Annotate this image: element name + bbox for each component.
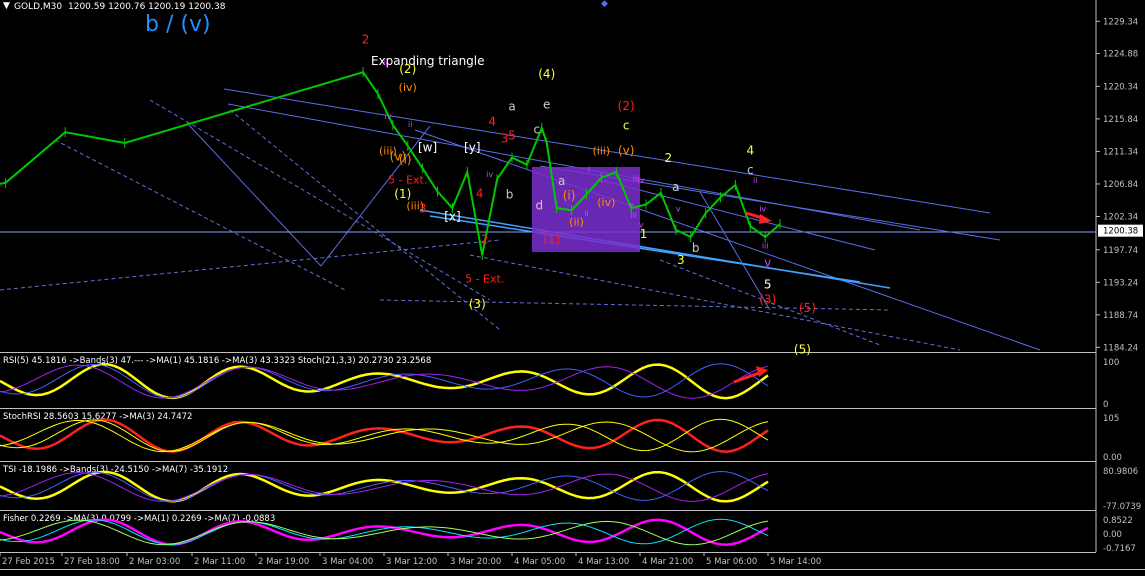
y-tick-label: 1215.84 [1103,115,1138,125]
wave-label: 5 - Ext. [465,273,504,286]
micro-wave-label: i [588,165,590,174]
wave-label: 2 [665,151,673,165]
wave-label: 4 [476,186,484,200]
scroll-marker-icon: ◆ [601,0,608,9]
indicator-tick-label: -77.0739 [1103,502,1141,512]
wave-label: (1) [543,233,560,247]
micro-wave-label: ii [408,120,412,129]
wave-label: 3 [419,201,427,215]
wave-label: (3) [759,293,776,307]
chart-canvas[interactable]: ▼ GOLD,M30 1200.59 1200.76 1200.19 1200.… [0,0,1145,572]
wave-label: (3) [469,297,486,311]
micro-wave-label: iv [638,176,645,185]
indicator-tick-label: 0.8522 [1103,516,1133,526]
wave-label: (iv) [597,196,615,209]
wave-label: a [672,180,679,194]
wave-label: 5 [764,277,772,291]
indicator-tick-label: 80.9806 [1103,467,1138,477]
wave-label: (iii) [592,145,610,158]
indicator-tick-label: -0.7167 [1103,544,1136,554]
chart-background [0,0,1145,572]
micro-wave-label: iv [384,112,391,121]
micro-wave-label: iii [762,242,769,251]
micro-wave-label: ii [753,176,757,185]
pattern-label: Expanding triangle [371,54,485,68]
wave-label: v [764,256,771,270]
wave-label: (5) [794,342,811,356]
micro-wave-label: iii [630,211,637,220]
y-tick-label: 1211.34 [1103,147,1138,157]
micro-wave-label: v [639,221,644,230]
y-tick-label: 1197.74 [1103,246,1138,256]
x-tick-label: 4 Mar 05:00 [514,557,565,567]
main-wave-label: b / (v) [145,12,211,37]
micro-wave-label: v [676,205,681,214]
wave-label: e [543,97,550,111]
wave-label: 4 [488,115,496,129]
x-tick-label: 3 Mar 04:00 [322,557,373,567]
indicator-tick-label: 0 [1103,400,1108,410]
y-tick-label: 1206.84 [1103,180,1138,190]
wave-label: 5 [508,128,516,142]
wave-label: a [558,174,565,188]
y-tick-label: 1184.24 [1103,343,1138,353]
symbol-dropdown-icon[interactable]: ▼ [3,1,10,11]
wave-label: (ii) [569,215,584,228]
x-tick-label: 4 Mar 13:00 [578,557,629,567]
indicator-tick-label: 105 [1103,414,1119,424]
y-tick-label: 1202.34 [1103,213,1138,223]
wave-label: b [506,188,514,202]
micro-wave-label: ii [584,209,588,218]
indicator-tick-label: 0.00 [1103,453,1122,463]
ohlc-label: 1200.59 1200.76 1200.19 1200.38 [68,2,226,12]
indicator-label: RSI(5) 45.1816 ->Bands(3) 47.--- ->MA(1)… [3,356,431,366]
wave-label: [x] [444,209,460,223]
x-tick-label: 5 Mar 14:00 [770,557,821,567]
y-tick-label: 1224.88 [1103,50,1138,60]
wave-label: [w] [418,141,437,155]
micro-wave-label: iv [759,205,766,214]
chart-root[interactable]: ▼ GOLD,M30 1200.59 1200.76 1200.19 1200.… [0,0,1145,572]
wave-label: 5 - Ext. [388,174,427,187]
wave-label: 2 [481,233,489,247]
x-tick-label: 27 Feb 18:00 [64,557,120,567]
micro-wave-label: v [629,201,634,210]
wave-label: c [623,118,630,132]
wave-label: c [534,123,541,137]
wave-label: (i) [399,152,412,166]
wave-label: [y] [464,141,480,155]
indicator-tick-label: 100 [1103,358,1119,368]
wave-label: (2) [618,99,635,113]
x-tick-label: 3 Mar 20:00 [450,557,501,567]
micro-wave-label: ii [383,59,387,68]
wave-label: (5) [799,301,816,315]
wave-label: (i) [563,188,576,202]
last-price-label: 1200.38 [1103,227,1138,237]
symbol-label: GOLD,M30 [14,2,62,12]
indicator-tick-label: 0.00 [1103,530,1122,540]
last-price-tag: 1200.38 [1098,224,1143,237]
wave-label: (2) [399,62,416,76]
wave-label: 4 [746,144,754,158]
y-tick-label: 1229.34 [1103,17,1138,27]
wave-label: (4) [538,67,555,81]
wave-label: (iv) [399,81,417,94]
y-tick-label: 1188.74 [1103,311,1138,321]
x-tick-label: 2 Mar 03:00 [129,557,180,567]
wave-label: 2 [362,32,370,46]
x-tick-label: 4 Mar 21:00 [642,557,693,567]
wave-label: b [692,241,700,255]
x-tick-label: 5 Mar 06:00 [706,557,757,567]
y-tick-label: 1220.34 [1103,82,1138,92]
wave-label: 3 [677,253,685,267]
x-tick-label: 27 Feb 2015 [2,557,55,567]
x-tick-label: 2 Mar 11:00 [194,557,245,567]
y-tick-label: 1193.24 [1103,278,1138,288]
wave-label: a [508,100,515,114]
wave-label: d [535,199,543,213]
wave-label: (v) [618,144,634,158]
x-tick-label: 2 Mar 19:00 [258,557,309,567]
micro-wave-label: iv [486,170,493,179]
x-tick-label: 3 Mar 12:00 [386,557,437,567]
